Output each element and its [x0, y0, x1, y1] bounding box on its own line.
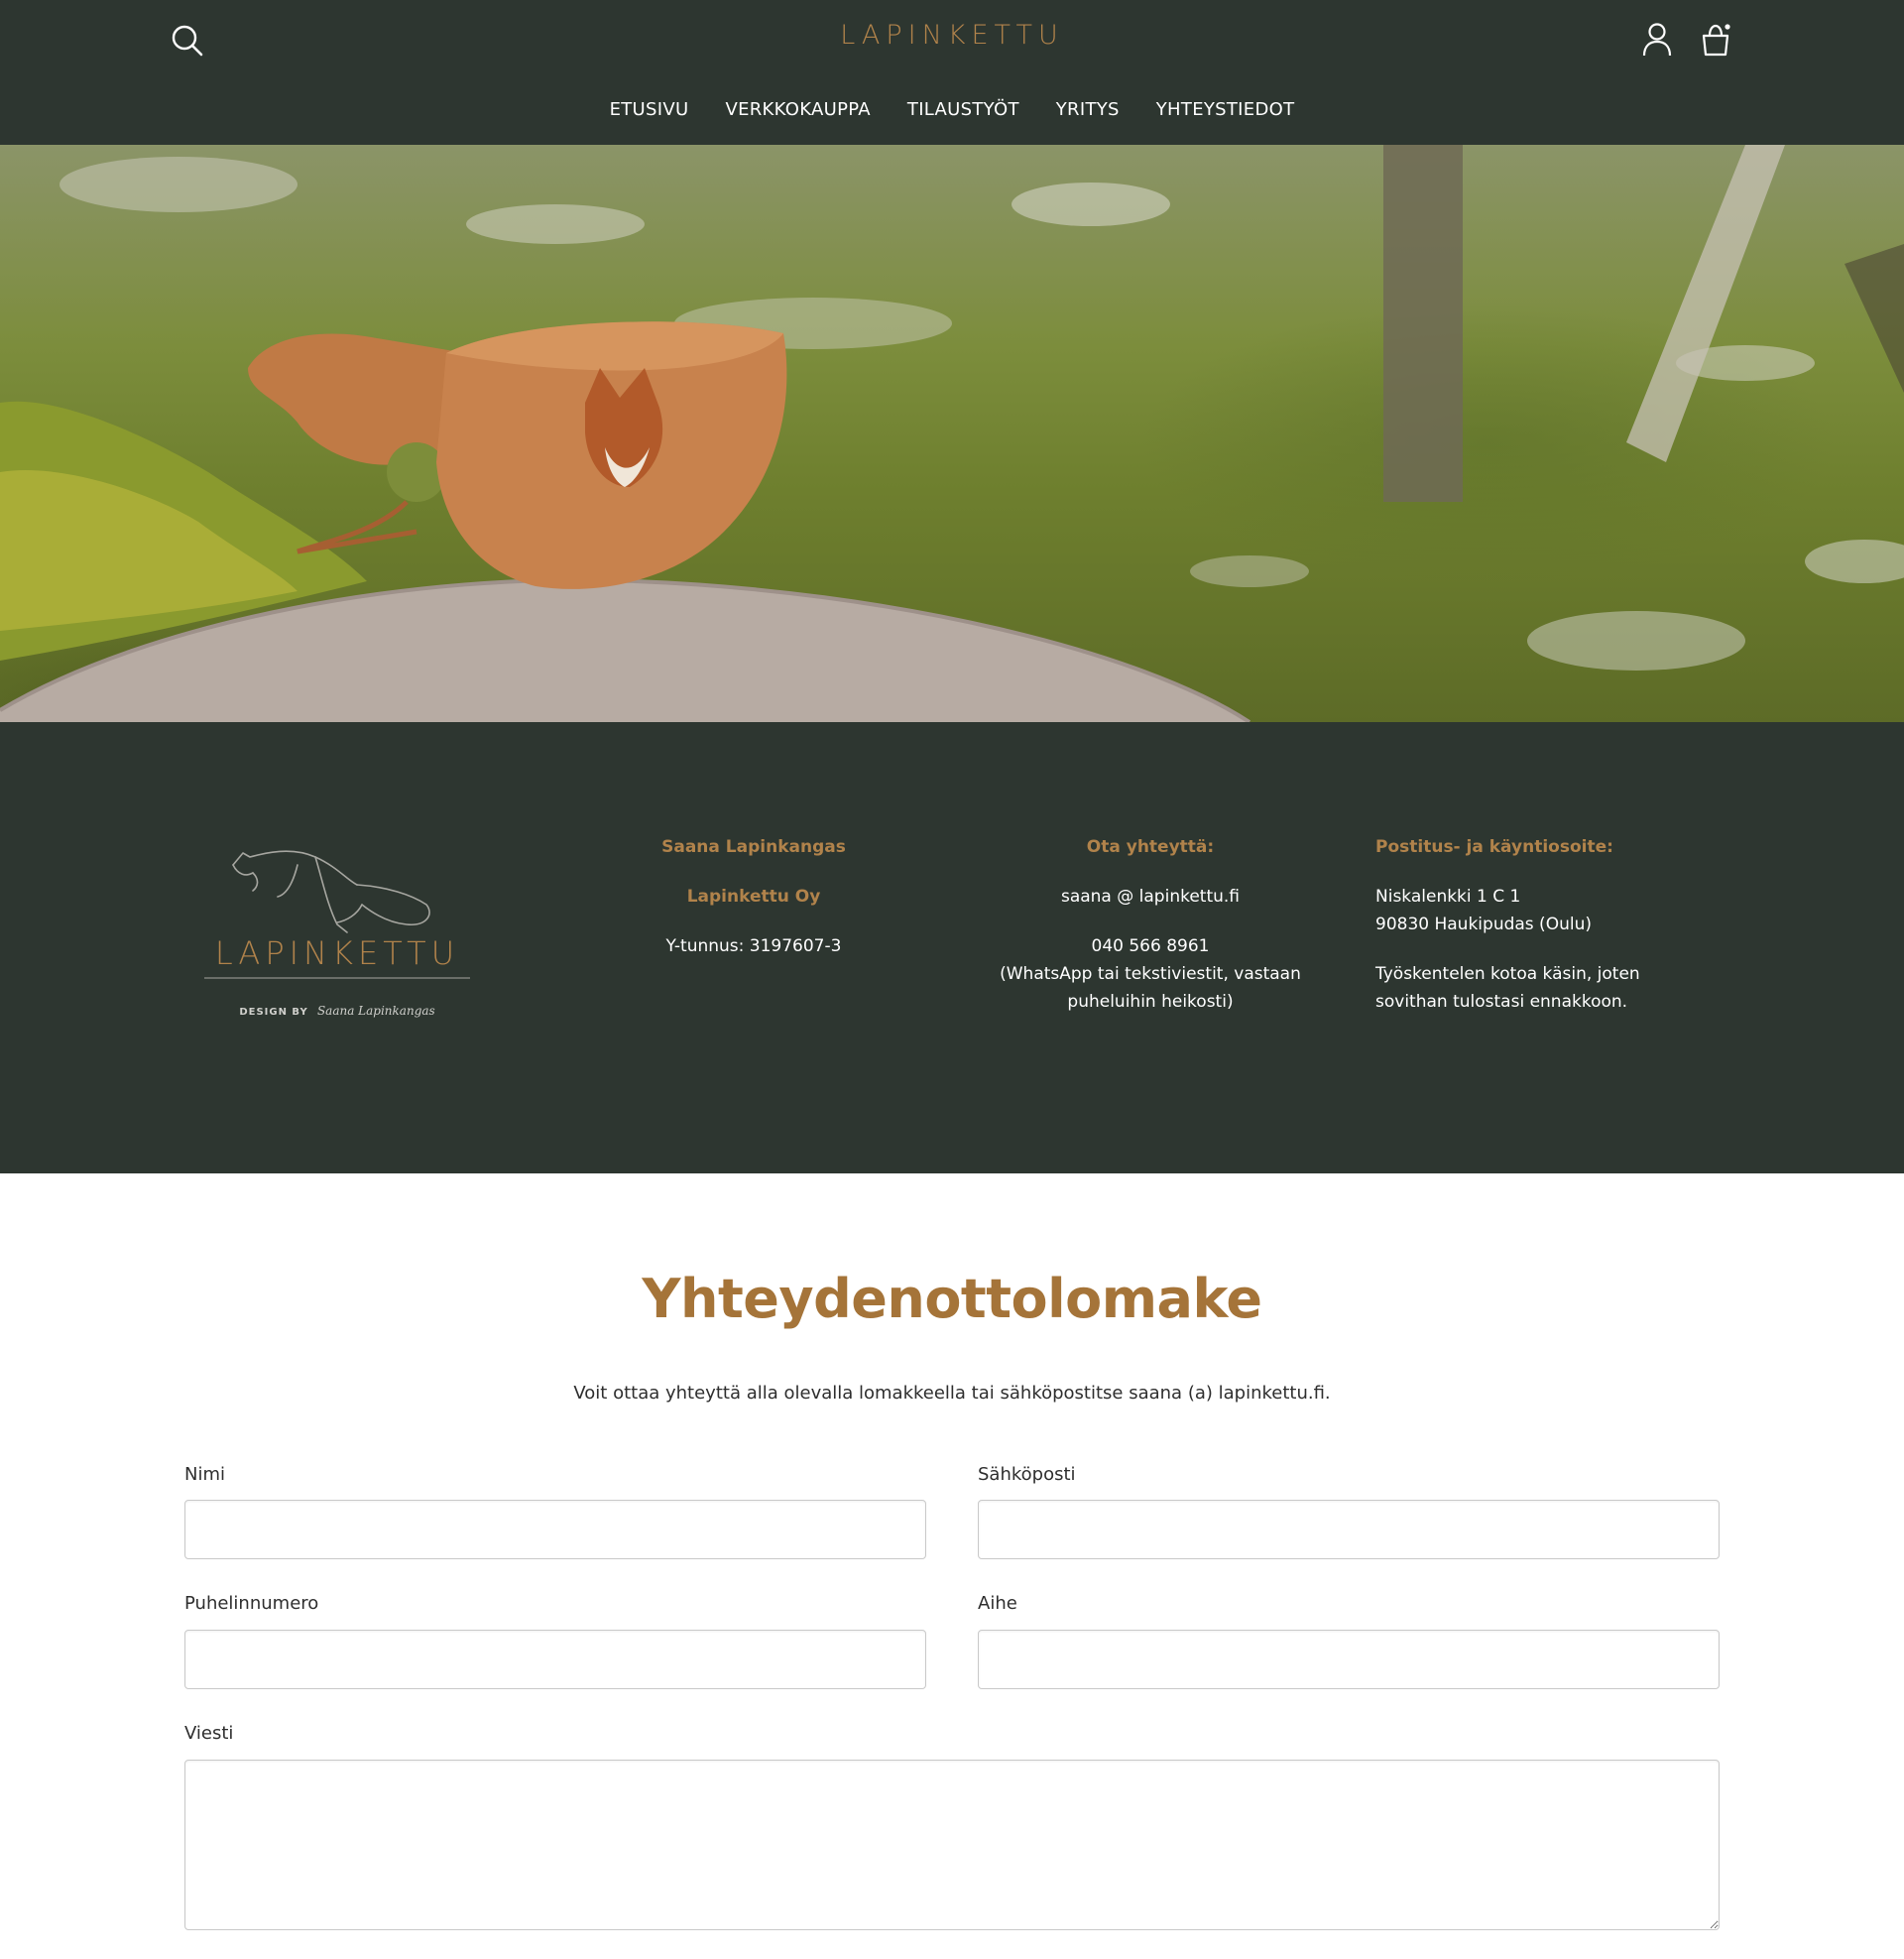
subject-label: Aihe: [978, 1593, 1017, 1614]
address-city: 90830 Haukipudas (Oulu): [1375, 915, 1592, 934]
address-note-2: sovithan tulostasi ennakkoon.: [1375, 992, 1628, 1012]
site-logo: LAPINKETTU: [0, 20, 1904, 51]
brand-logo: LAPINKETTU DESIGN BY Saana Lapinkangas: [198, 825, 476, 1018]
nav-item-verkkokauppa[interactable]: VERKKOKAUPPA: [725, 99, 870, 120]
user-icon[interactable]: [1642, 22, 1672, 58]
nav-item-etusivu[interactable]: ETUSIVU: [610, 99, 689, 120]
main-nav: ETUSIVU VERKKOKAUPPA TILAUSTYÖT YRITYS Y…: [0, 99, 1904, 120]
contact-info-section: LAPINKETTU DESIGN BY Saana Lapinkangas S…: [0, 722, 1904, 1173]
company-owner-name: Saana Lapinkangas: [661, 837, 846, 857]
company-column: Saana Lapinkangas Lapinkettu Oy Y-tunnus…: [595, 833, 912, 960]
contact-column: Ota yhteyttä: saana @ lapinkettu.fi 040 …: [982, 833, 1319, 1016]
phone-input[interactable]: [184, 1630, 926, 1689]
logo-link[interactable]: LAPINKETTU: [840, 20, 1064, 51]
address-column: Postitus- ja käyntiosoite: Niskalenkki 1…: [1375, 833, 1703, 1016]
form-intro: Voit ottaa yhteyttä alla olevalla lomakk…: [573, 1383, 1331, 1404]
company-name: Lapinkettu Oy: [686, 887, 821, 907]
contact-email[interactable]: saana @ lapinkettu.fi: [982, 883, 1319, 911]
shopping-bag-icon[interactable]: [1700, 22, 1731, 58]
kuksa-cup-illustration: [0, 145, 1904, 722]
contact-heading: Ota yhteyttä:: [1086, 837, 1215, 857]
subject-input[interactable]: [978, 1630, 1720, 1689]
form-title: Yhteydenottolomake: [642, 1268, 1262, 1330]
message-label: Viesti: [184, 1723, 234, 1744]
address-heading: Postitus- ja käyntiosoite:: [1375, 837, 1613, 857]
address-note-1: Työskentelen kotoa käsin, joten: [1375, 964, 1640, 984]
email-input[interactable]: [978, 1500, 1720, 1559]
contact-phone[interactable]: 040 566 8961: [982, 932, 1319, 960]
phone-label: Puhelinnumero: [184, 1593, 319, 1614]
nav-item-yhteystiedot[interactable]: YHTEYSTIEDOT: [1156, 99, 1295, 120]
brand-signature: Saana Lapinkangas: [316, 1004, 435, 1018]
nav-item-yritys[interactable]: YRITYS: [1056, 99, 1120, 120]
hero-image: [0, 145, 1904, 722]
site-header: LAPINKETTU ETUSIVU VERKKOKAUPPA TILAUSTY…: [0, 0, 1904, 145]
name-input[interactable]: [184, 1500, 926, 1559]
contact-phone-note-1: (WhatsApp tai tekstiviestit, vastaan: [1000, 964, 1301, 984]
business-id: Y-tunnus: 3197607-3: [665, 936, 842, 956]
nav-item-tilaustyot[interactable]: TILAUSTYÖT: [907, 99, 1019, 120]
brand-tagline: DESIGN BY Saana Lapinkangas: [198, 1004, 476, 1018]
message-textarea[interactable]: [184, 1760, 1720, 1930]
brand-tagline-prefix: DESIGN BY: [239, 1007, 308, 1018]
brand-logo-text: LAPINKETTU: [215, 934, 459, 972]
contact-phone-note-2: puheluihin heikosti): [1067, 992, 1234, 1012]
email-label: Sähköposti: [978, 1464, 1076, 1485]
name-label: Nimi: [184, 1464, 226, 1485]
address-street: Niskalenkki 1 C 1: [1375, 887, 1521, 907]
